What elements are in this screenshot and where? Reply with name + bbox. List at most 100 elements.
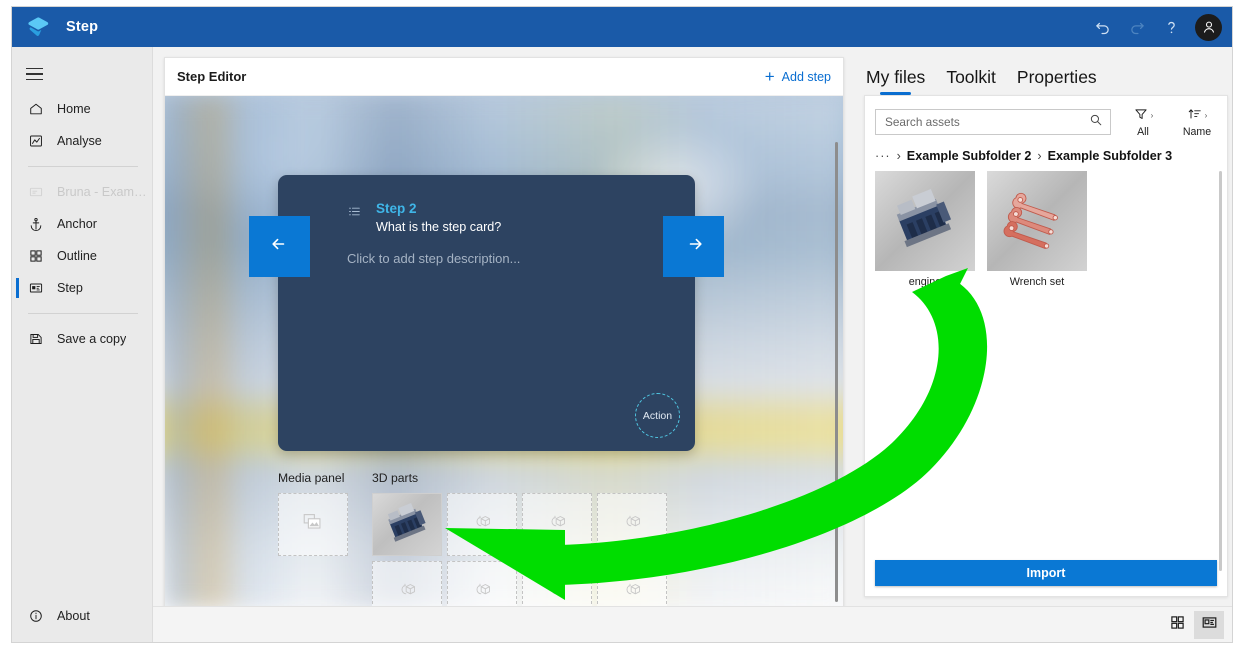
anchor-icon [26, 214, 46, 234]
asset-list-scrollbar[interactable] [1217, 171, 1223, 571]
sidebar-item-home[interactable]: Home [12, 93, 152, 125]
step-question-text: What is the step card? [376, 220, 502, 234]
engine-3d-thumbnail [875, 171, 975, 271]
breadcrumb-separator: › [1037, 149, 1042, 163]
hamburger-menu-icon[interactable] [26, 61, 56, 87]
editor-scrollbar[interactable] [833, 142, 840, 602]
card-view-button[interactable] [1194, 610, 1224, 639]
arrow-left-icon [267, 231, 293, 262]
part-slot-filled-engine[interactable] [372, 493, 442, 556]
grid-view-button[interactable] [1162, 611, 1192, 639]
sidebar-divider-2 [28, 313, 138, 314]
sort-label: Name [1182, 126, 1212, 138]
sidebar-item-outline[interactable]: Outline [12, 240, 152, 272]
sidebar-item-label: Bruna - Example Gui... [57, 185, 152, 199]
cube-3d-icon [547, 580, 567, 605]
previous-step-button[interactable] [249, 216, 310, 277]
analyse-chart-icon [26, 131, 46, 151]
action-button[interactable]: Action [635, 393, 680, 438]
sidebar-item-label: Home [57, 102, 91, 116]
part-slot-empty[interactable] [447, 561, 517, 607]
part-slot-empty[interactable] [372, 561, 442, 607]
step-number-label: Step 2 [376, 201, 417, 216]
sort-button[interactable]: › Name [1175, 106, 1219, 138]
add-step-button[interactable]: + Add step [765, 68, 831, 85]
asset-card-engine[interactable]: engine [875, 171, 975, 288]
sidebar-navigation: Home Analyse Bruna - Example Anchor Outl… [12, 47, 153, 642]
import-button[interactable]: Import [875, 560, 1217, 586]
asset-card-wrench-set[interactable]: Wrench set [987, 171, 1087, 288]
sidebar-item-step[interactable]: Step [12, 272, 152, 304]
search-icon [1089, 113, 1103, 132]
title-bar: Step [12, 7, 1232, 47]
breadcrumb: ··· › Example Subfolder 2 › Example Subf… [865, 144, 1227, 169]
asset-name-label: Wrench set [1009, 276, 1065, 288]
right-panel: My files Toolkit Properties Search asset… [856, 47, 1232, 605]
part-slot-empty[interactable] [522, 493, 592, 556]
sidebar-item-about[interactable]: About [12, 600, 152, 632]
parts-panel-tray: 3D parts [372, 471, 667, 607]
sort-ascending-icon [1187, 106, 1203, 125]
cube-3d-icon [472, 580, 492, 605]
home-icon [26, 99, 46, 119]
sidebar-item-label: Step [57, 281, 83, 295]
tab-properties[interactable]: Properties [1017, 67, 1097, 95]
add-step-label: Add step [781, 69, 831, 84]
tab-toolkit[interactable]: Toolkit [946, 67, 996, 95]
step-card-heading-row: Step 2 What is the step card? [347, 201, 651, 234]
editor-scrollbar-thumb[interactable] [835, 142, 838, 602]
step-description-placeholder[interactable]: Click to add step description... [347, 251, 651, 266]
part-slot-empty[interactable] [522, 561, 592, 607]
sidebar-item-analyse[interactable]: Analyse [12, 125, 152, 157]
cube-3d-icon [547, 512, 567, 537]
sidebar-item-guide: Bruna - Example Gui... [12, 176, 152, 208]
part-slot-empty[interactable] [597, 493, 667, 556]
breadcrumb-overflow[interactable]: ··· [875, 149, 891, 163]
sidebar-item-label: Anchor [57, 217, 97, 231]
app-title: Step [66, 19, 99, 35]
asset-list-scrollbar-thumb[interactable] [1218, 171, 1222, 571]
part-slot-empty[interactable] [597, 561, 667, 607]
step-list-icon [347, 204, 362, 224]
step-editor-header: Step Editor + Add step [165, 58, 843, 96]
filter-funnel-icon [1133, 106, 1149, 125]
cube-3d-icon [397, 580, 417, 605]
import-section: Import [875, 560, 1217, 586]
media-panel-slot[interactable] [278, 493, 348, 556]
tab-my-files[interactable]: My files [866, 67, 925, 95]
engine-part-thumbnail [387, 502, 426, 542]
save-disk-icon [26, 329, 46, 349]
wrench-set-3d-thumbnail [987, 171, 1087, 271]
grid-view-icon [1169, 614, 1186, 636]
next-step-button[interactable] [663, 216, 724, 277]
outline-grid-icon [26, 246, 46, 266]
breadcrumb-item[interactable]: Example Subfolder 2 [907, 149, 1032, 163]
filter-button[interactable]: › All [1121, 106, 1165, 138]
asset-toolbar: › All › [865, 96, 1227, 144]
media-panel-label: Media panel [278, 471, 345, 485]
search-assets-box[interactable] [875, 109, 1111, 135]
right-panel-tabs: My files Toolkit Properties [856, 47, 1232, 95]
help-question-icon[interactable] [1156, 12, 1186, 42]
plus-icon: + [764, 67, 775, 86]
sidebar-item-save-a-copy[interactable]: Save a copy [12, 323, 152, 355]
breadcrumb-item[interactable]: Example Subfolder 3 [1048, 149, 1173, 163]
sidebar-item-anchor[interactable]: Anchor [12, 208, 152, 240]
app-root: Step Home Analyse Bruna - Example Anchor… [0, 0, 1239, 649]
search-input[interactable] [885, 115, 1089, 129]
my-files-pane: › All › [864, 95, 1228, 597]
step-card-body: Step 2 What is the step card? Click to a… [347, 201, 651, 266]
step-canvas[interactable]: Step 2 What is the step card? Click to a… [165, 96, 843, 607]
part-slot-empty[interactable] [447, 493, 517, 556]
user-avatar-icon[interactable] [1195, 13, 1222, 41]
step-card[interactable]: Step 2 What is the step card? Click to a… [249, 175, 724, 451]
sidebar-about-label: About [57, 609, 90, 623]
media-panel-tray: Media panel [278, 471, 348, 607]
asset-name-label: engine [908, 276, 942, 288]
card-view-icon [1201, 614, 1218, 636]
application-window: Step Home Analyse Bruna - Example Anchor… [11, 6, 1233, 643]
undo-icon[interactable] [1088, 12, 1118, 42]
redo-icon[interactable] [1122, 12, 1152, 42]
chevron-right-icon: › [1150, 111, 1154, 120]
cube-3d-icon [622, 512, 642, 537]
